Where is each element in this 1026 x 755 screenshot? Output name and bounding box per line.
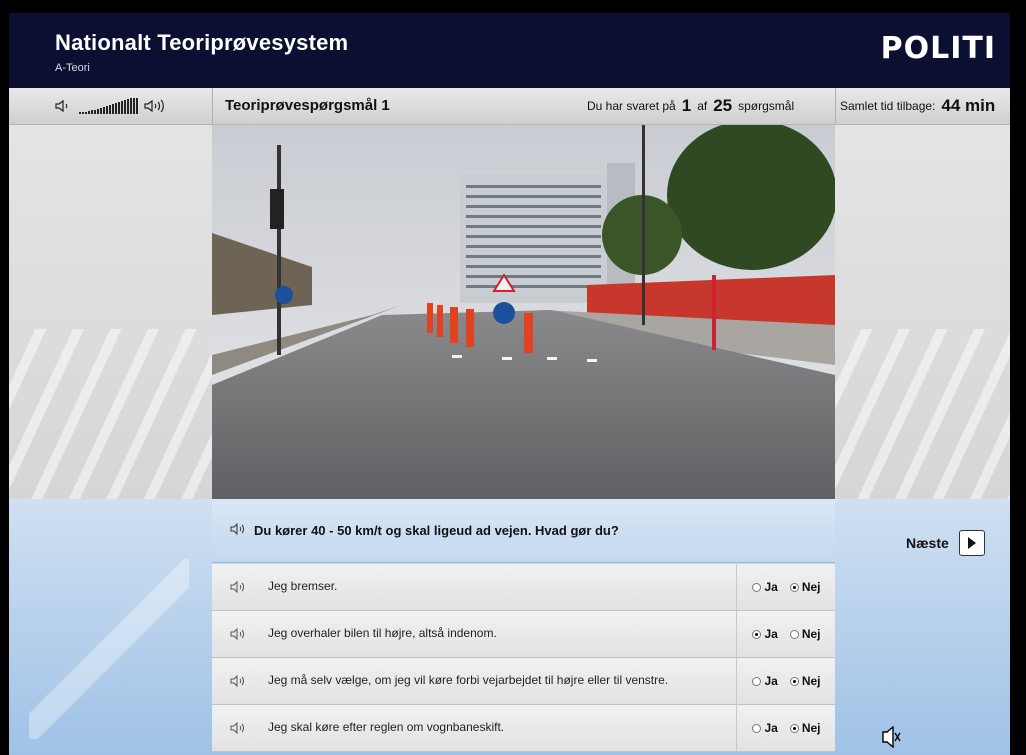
- answer-choices: Ja Nej: [736, 611, 836, 657]
- radio-no[interactable]: Nej: [789, 627, 821, 641]
- radio-yes[interactable]: Ja: [752, 627, 778, 641]
- answer-list: Jeg bremser. Ja Nej Jeg overhaler bilen …: [212, 564, 835, 752]
- question-box: Du kører 40 - 50 km/t og skal ligeud ad …: [212, 499, 835, 563]
- answer-choices: Ja Nej: [736, 564, 836, 610]
- status-bar: Teoriprøvespørgsmål 1 Du har svaret på 1…: [9, 88, 1010, 125]
- speaker-icon[interactable]: [230, 721, 246, 739]
- total-questions: 25: [713, 96, 733, 115]
- radio-no[interactable]: Nej: [789, 580, 821, 594]
- volume-control[interactable]: [9, 88, 213, 124]
- answer-text: Jeg må selv vælge, om jeg vil køre forbi…: [268, 673, 669, 687]
- question-photo: [212, 125, 835, 499]
- speaker-icon[interactable]: [230, 580, 246, 598]
- answered-count: 1: [681, 96, 692, 115]
- answer-text: Jeg overhaler bilen til højre, altså ind…: [268, 626, 497, 640]
- answer-row: Jeg skal køre efter reglen om vognbanesk…: [212, 705, 835, 752]
- politi-logo: POLITI: [880, 31, 996, 66]
- left-panel: [9, 125, 212, 499]
- speaker-icon[interactable]: [230, 522, 246, 540]
- time-label: Samlet tid tilbage:: [840, 99, 936, 113]
- speaker-icon[interactable]: [230, 627, 246, 645]
- answered-counter: Du har svaret på 1 af 25 spørgsmål: [587, 88, 794, 124]
- speaker-icon[interactable]: [230, 674, 246, 692]
- answer-row: Jeg bremser. Ja Nej: [212, 564, 835, 611]
- radio-no[interactable]: Nej: [789, 721, 821, 735]
- answer-text: Jeg skal køre efter reglen om vognbanesk…: [268, 720, 505, 734]
- volume-high-icon[interactable]: [144, 99, 166, 113]
- next-button[interactable]: Næste: [906, 530, 985, 556]
- header: Nationalt Teoriprøvesystem A-Teori POLIT…: [9, 13, 1010, 88]
- answered-of: af: [697, 99, 708, 113]
- radio-no[interactable]: Nej: [789, 674, 821, 688]
- time-value: 44 min: [941, 96, 996, 115]
- answered-prefix: Du har svaret på: [587, 99, 676, 113]
- question-text: Du kører 40 - 50 km/t og skal ligeud ad …: [254, 523, 619, 538]
- answer-choices: Ja Nej: [736, 705, 836, 751]
- volume-low-icon[interactable]: [55, 99, 73, 113]
- answered-suffix: spørgsmål: [738, 99, 795, 113]
- app-frame: Nationalt Teoriprøvesystem A-Teori POLIT…: [9, 13, 1010, 755]
- radio-yes[interactable]: Ja: [752, 721, 778, 735]
- mute-icon[interactable]: [881, 725, 901, 753]
- app-subtitle: A-Teori: [55, 62, 90, 74]
- question-title: Teoriprøvespørgsmål 1: [225, 97, 390, 114]
- answer-text: Jeg bremser.: [268, 579, 338, 593]
- app-title: Nationalt Teoriprøvesystem: [55, 30, 349, 55]
- volume-slider[interactable]: [79, 98, 138, 114]
- radio-yes[interactable]: Ja: [752, 580, 778, 594]
- answer-choices: Ja Nej: [736, 658, 836, 704]
- time-remaining: Samlet tid tilbage: 44 min: [835, 88, 1010, 124]
- right-panel: [835, 125, 1010, 499]
- answer-row: Jeg må selv vælge, om jeg vil køre forbi…: [212, 658, 835, 705]
- next-label: Næste: [906, 535, 949, 551]
- radio-yes[interactable]: Ja: [752, 674, 778, 688]
- answer-row: Jeg overhaler bilen til højre, altså ind…: [212, 611, 835, 658]
- play-arrow-icon[interactable]: [958, 530, 985, 556]
